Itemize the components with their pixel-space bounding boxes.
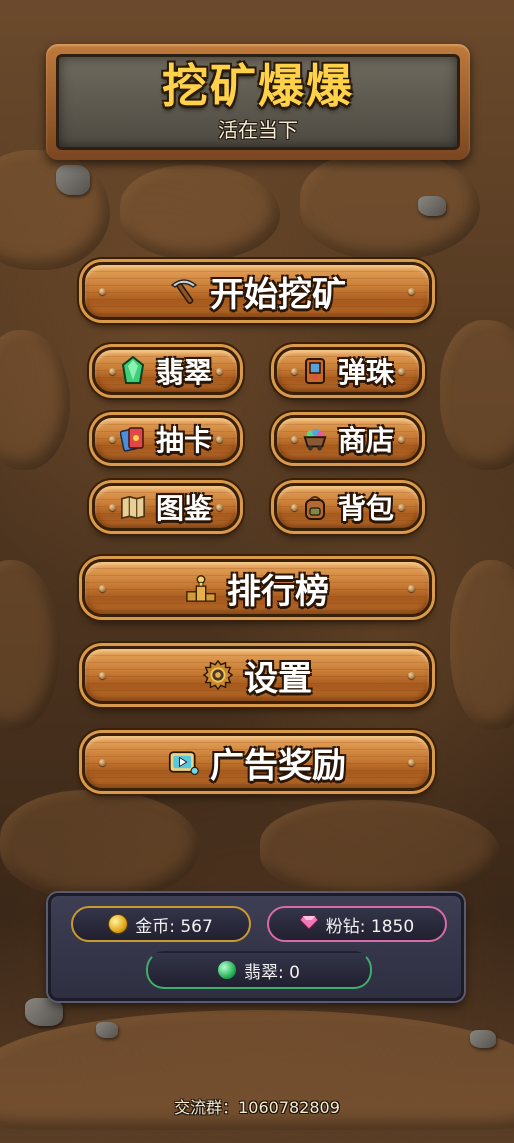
ad-reward-label: 广告奖励 bbox=[210, 745, 346, 786]
cards-icon bbox=[119, 426, 146, 452]
emerald-label: 翡翠 bbox=[155, 356, 212, 389]
emerald-button[interactable]: 翡翠 bbox=[92, 347, 240, 395]
marbles-label: 弹珠 bbox=[337, 356, 394, 389]
gold-counter: 金币: 567 bbox=[71, 906, 251, 942]
gold-text: 金币: 567 bbox=[135, 916, 213, 937]
backpack-label: 背包 bbox=[337, 492, 394, 525]
leaderboard-button[interactable]: 排行榜 bbox=[82, 559, 432, 617]
pink-diamond-icon bbox=[299, 914, 319, 934]
backpack-button[interactable]: 背包 bbox=[274, 483, 422, 531]
shop-button[interactable]: 商店 bbox=[274, 415, 422, 463]
leaderboard-label: 排行榜 bbox=[227, 571, 329, 612]
resource-panel: 金币: 567 粉钻: 1850 翡翠: 0 bbox=[48, 893, 464, 1001]
codex-label: 图鉴 bbox=[155, 492, 212, 525]
pickaxe-icon bbox=[168, 275, 200, 307]
pink-diamond-counter: 粉钻: 1850 bbox=[267, 906, 447, 942]
emerald-orb-icon bbox=[218, 961, 237, 979]
mine-cart-icon bbox=[302, 426, 328, 452]
podium-icon bbox=[185, 572, 217, 604]
shop-label: 商店 bbox=[337, 424, 394, 457]
marbles-button[interactable]: 弹珠 bbox=[274, 347, 422, 395]
group-number: 交流群：1060782809 bbox=[174, 1098, 340, 1117]
video-play-icon bbox=[168, 746, 200, 778]
map-book-icon bbox=[120, 494, 146, 520]
backpack-icon bbox=[302, 494, 328, 520]
ad-reward-button[interactable]: 广告奖励 bbox=[82, 733, 432, 791]
gear-icon bbox=[202, 659, 234, 691]
gold-coin-icon bbox=[109, 915, 128, 933]
pink-diamond-text: 粉钻: 1850 bbox=[325, 916, 415, 937]
game-subtitle: 活在当下 bbox=[218, 117, 298, 142]
start-mining-label: 开始挖矿 bbox=[210, 274, 346, 315]
emerald-gem-icon bbox=[120, 356, 146, 384]
game-title: 挖矿爆爆 bbox=[162, 59, 354, 114]
title-board: 挖矿爆爆 活在当下 bbox=[56, 54, 460, 150]
codex-button[interactable]: 图鉴 bbox=[92, 483, 240, 531]
marble-machine-icon bbox=[302, 358, 328, 384]
draw-card-button[interactable]: 抽卡 bbox=[92, 415, 240, 463]
draw-card-label: 抽卡 bbox=[155, 424, 212, 457]
settings-button[interactable]: 设置 bbox=[82, 646, 432, 704]
title-panel: 挖矿爆爆 活在当下 bbox=[46, 44, 470, 160]
emerald-text: 翡翠: 0 bbox=[244, 962, 300, 983]
emerald-counter: 翡翠: 0 bbox=[146, 951, 372, 989]
start-mining-button[interactable]: 开始挖矿 bbox=[82, 262, 432, 320]
settings-label: 设置 bbox=[244, 658, 312, 699]
